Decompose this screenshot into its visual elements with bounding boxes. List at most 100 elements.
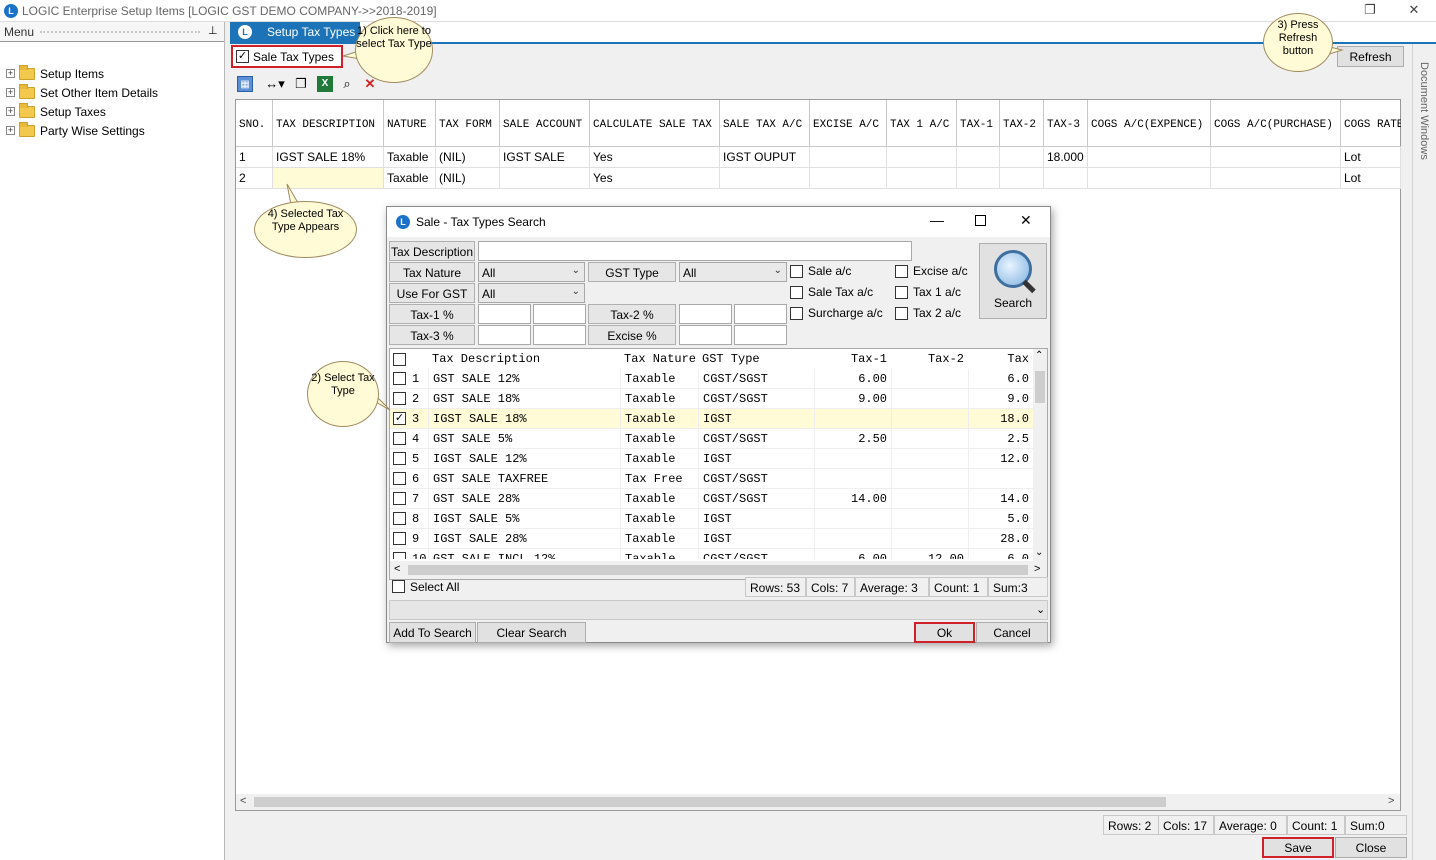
- grid-cell[interactable]: Yes: [590, 168, 720, 189]
- list-item[interactable]: 5 IGST SALE 12% Taxable IGST 12.0: [390, 449, 1033, 469]
- results-vertical-scrollbar[interactable]: ⌃ ⌄: [1033, 349, 1047, 561]
- grid-cell[interactable]: GST SALE INCL 12%: [428, 549, 622, 559]
- list-item[interactable]: 8 IGST SALE 5% Taxable IGST 5.0: [390, 509, 1033, 529]
- gst-type-select[interactable]: All ⌄: [679, 262, 787, 282]
- grid-cell[interactable]: [891, 529, 968, 549]
- grid-cell[interactable]: IGST SALE 18%: [428, 409, 622, 429]
- save-button[interactable]: Save: [1262, 837, 1334, 858]
- column-header[interactable]: CALCULATE SALE TAX: [590, 100, 720, 147]
- tax1-ac-checkbox[interactable]: [895, 286, 908, 299]
- grid-cell[interactable]: 6.00: [814, 369, 891, 389]
- scroll-thumb[interactable]: [1035, 371, 1045, 403]
- grid-cell[interactable]: 9: [408, 529, 428, 549]
- grid-cell[interactable]: 7: [408, 489, 428, 509]
- tax1-from-input[interactable]: [478, 304, 531, 324]
- grid-cell[interactable]: (NIL): [436, 168, 500, 189]
- tax-nature-select[interactable]: All ⌄: [478, 262, 585, 282]
- row-checkbox[interactable]: [393, 552, 406, 559]
- close-icon[interactable]: ✕: [1406, 2, 1422, 18]
- grid-cell[interactable]: Yes: [590, 147, 720, 168]
- grid-cell[interactable]: Lot: [1341, 147, 1401, 168]
- list-item[interactable]: 10 GST SALE INCL 12% Taxable CGST/SGST 6.00 1…: [390, 549, 1033, 559]
- expand-icon[interactable]: +: [6, 88, 15, 97]
- grid-cell[interactable]: [891, 429, 968, 449]
- grid-cell[interactable]: [1088, 168, 1211, 189]
- grid-cell[interactable]: Taxable: [384, 147, 436, 168]
- list-item[interactable]: 1 GST SALE 12% Taxable CGST/SGST 6.00 6.0: [390, 369, 1033, 389]
- column-header[interactable]: COGS A/C(PURCHASE): [1211, 100, 1341, 147]
- grid-horizontal-scrollbar[interactable]: < >: [236, 794, 1400, 810]
- grid-cell[interactable]: 1: [408, 369, 428, 389]
- grid-cell[interactable]: 6.0: [968, 549, 1033, 559]
- grid-cell[interactable]: IGST SALE 5%: [428, 509, 622, 529]
- save-layout-icon[interactable]: ▦: [237, 76, 253, 92]
- scroll-left-icon[interactable]: <: [240, 795, 246, 807]
- header-checkbox[interactable]: [393, 353, 406, 366]
- row-checkbox[interactable]: [393, 472, 406, 485]
- column-header[interactable]: TAX 1 A/C: [887, 100, 957, 147]
- grid-cell[interactable]: [810, 147, 887, 168]
- column-header[interactable]: Tax Nature: [620, 349, 698, 369]
- grid-cell[interactable]: [891, 509, 968, 529]
- grid-cell[interactable]: IGST SALE: [500, 147, 590, 168]
- row-checkbox[interactable]: [393, 392, 406, 405]
- scroll-thumb[interactable]: [408, 565, 1028, 575]
- grid-cell[interactable]: CGST/SGST: [698, 389, 814, 409]
- copy-icon[interactable]: ❐: [293, 76, 309, 92]
- grid-cell[interactable]: [957, 168, 1000, 189]
- grid-cell[interactable]: Taxable: [620, 369, 698, 389]
- grid-cell[interactable]: Taxable: [620, 449, 698, 469]
- column-header[interactable]: SALE ACCOUNT: [500, 100, 590, 147]
- column-header[interactable]: Tax: [968, 349, 1033, 369]
- grid-cell[interactable]: [500, 168, 590, 189]
- grid-cell[interactable]: 14.00: [814, 489, 891, 509]
- list-item[interactable]: ✓ 3 IGST SALE 18% Taxable IGST 18.0: [390, 409, 1033, 429]
- column-header[interactable]: Tax-1: [814, 349, 891, 369]
- grid-cell[interactable]: [1088, 147, 1211, 168]
- grid-cell[interactable]: 12.00: [891, 549, 968, 559]
- grid-cell-current[interactable]: [273, 168, 384, 189]
- row-checkbox[interactable]: ✓: [393, 412, 406, 425]
- row-checkbox[interactable]: [393, 452, 406, 465]
- row-checkbox[interactable]: [393, 512, 406, 525]
- grid-cell[interactable]: 2: [408, 389, 428, 409]
- grid-cell[interactable]: 2.50: [814, 429, 891, 449]
- tab-setup-tax-types[interactable]: L Setup Tax Types: [230, 22, 360, 42]
- use-for-gst-select[interactable]: All ⌄: [478, 283, 585, 303]
- tax1-to-input[interactable]: [533, 304, 586, 324]
- grid-cell[interactable]: Lot: [1341, 168, 1401, 189]
- grid-cell[interactable]: Taxable: [620, 389, 698, 409]
- column-header[interactable]: TAX-2: [1000, 100, 1044, 147]
- tax3-from-input[interactable]: [478, 325, 531, 345]
- tree-item-setup-taxes[interactable]: + Setup Taxes: [6, 103, 221, 122]
- column-header[interactable]: SALE TAX A/C: [720, 100, 810, 147]
- tax2-to-input[interactable]: [734, 304, 787, 324]
- grid-cell[interactable]: 18.0: [968, 409, 1033, 429]
- grid-cell[interactable]: 5: [408, 449, 428, 469]
- column-header[interactable]: SNO.: [236, 100, 273, 147]
- tax-description-input[interactable]: [478, 241, 912, 261]
- column-header[interactable]: TAX FORM: [436, 100, 500, 147]
- grid-cell[interactable]: 6.0: [968, 369, 1033, 389]
- grid-cell[interactable]: IGST SALE 18%: [273, 147, 384, 168]
- pin-icon[interactable]: ⊥: [208, 24, 218, 37]
- row-checkbox[interactable]: [393, 492, 406, 505]
- grid-cell[interactable]: IGST OUPUT: [720, 147, 810, 168]
- column-header[interactable]: GST Type: [698, 349, 814, 369]
- document-windows-strip[interactable]: Document Windows: [1412, 44, 1436, 860]
- excise-to-input[interactable]: [734, 325, 787, 345]
- column-header[interactable]: EXCISE A/C: [810, 100, 887, 147]
- grid-cell[interactable]: 14.0: [968, 489, 1033, 509]
- grid-cell[interactable]: Tax Free: [620, 469, 698, 489]
- tree-item-setup-items[interactable]: + Setup Items: [6, 65, 221, 84]
- grid-cell[interactable]: [720, 168, 810, 189]
- excise-from-input[interactable]: [679, 325, 732, 345]
- grid-cell[interactable]: Taxable: [620, 409, 698, 429]
- grid-cell[interactable]: IGST SALE 28%: [428, 529, 622, 549]
- grid-cell[interactable]: CGST/SGST: [698, 489, 814, 509]
- column-header[interactable]: Tax Description: [428, 349, 622, 369]
- grid-cell[interactable]: [957, 147, 1000, 168]
- minimize-icon[interactable]: —: [930, 212, 944, 228]
- grid-cell[interactable]: GST SALE 28%: [428, 489, 622, 509]
- grid-cell[interactable]: 6.00: [814, 549, 891, 559]
